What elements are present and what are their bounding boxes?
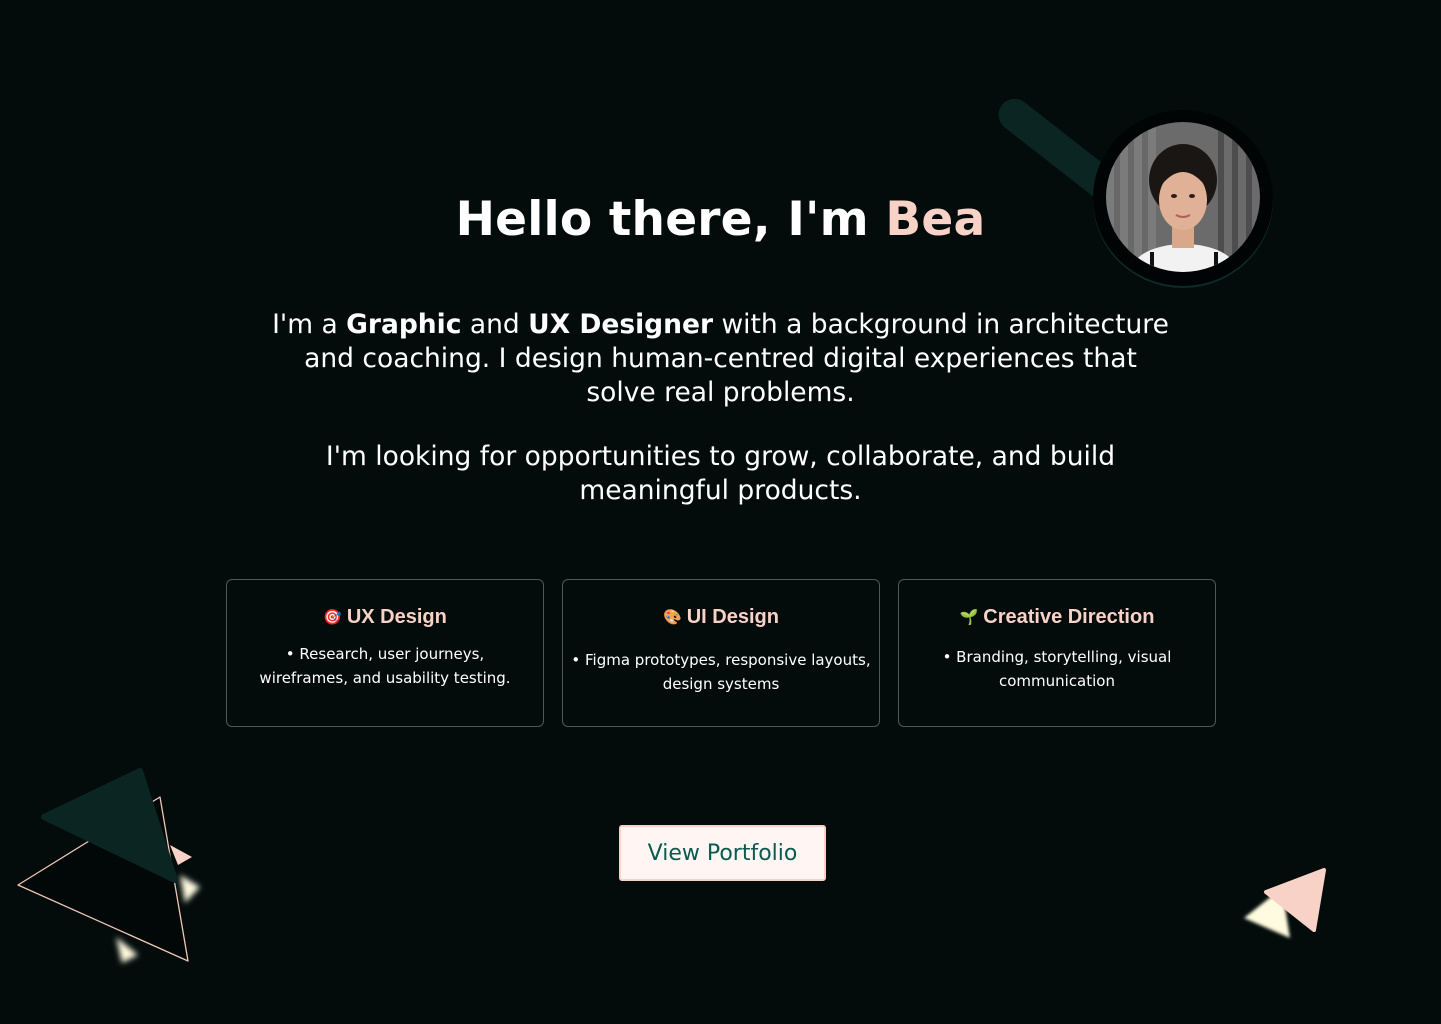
card-title: 🌱 Creative Direction bbox=[899, 606, 1215, 629]
greeting-text: Hello there, I'm bbox=[455, 192, 886, 247]
intro-text: and bbox=[461, 309, 529, 340]
skill-card-ui-design: 🎨 UI Design • Figma prototypes, responsiv… bbox=[562, 579, 880, 727]
intro-paragraph: I'm a Graphic and UX Designer with a bac… bbox=[270, 308, 1171, 410]
card-title-text: Creative Direction bbox=[983, 606, 1155, 628]
view-portfolio-button[interactable]: View Portfolio bbox=[619, 825, 826, 881]
card-title: 🎯 UX Design bbox=[227, 606, 543, 629]
skill-card-creative-direction: 🌱 Creative Direction • Branding, storytel… bbox=[898, 579, 1216, 727]
decorative-triangles-right bbox=[1244, 868, 1326, 938]
palette-icon: 🎨 bbox=[663, 609, 682, 626]
target-icon: 🎯 bbox=[323, 609, 342, 626]
role-ux-designer: UX Designer bbox=[528, 309, 714, 340]
skill-card-ux-design: 🎯 UX Design • Research, user journeys, wi… bbox=[226, 579, 544, 727]
card-title-text: UI Design bbox=[686, 606, 779, 628]
decorative-triangles-left bbox=[17, 768, 200, 963]
page-title: Hello there, I'm Bea bbox=[0, 192, 1441, 247]
card-title-text: UX Design bbox=[346, 606, 447, 628]
card-title: 🎨 UI Design bbox=[563, 606, 879, 629]
role-graphic: Graphic bbox=[346, 309, 462, 340]
opportunities-paragraph: I'm looking for opportunities to grow, c… bbox=[325, 441, 1116, 506]
card-description: • Research, user journeys, wireframes, a… bbox=[259, 645, 511, 687]
card-description: • Branding, storytelling, visual communi… bbox=[942, 648, 1172, 690]
seedling-icon: 🌱 bbox=[959, 609, 979, 626]
card-description: • Figma prototypes, responsive layouts, … bbox=[571, 651, 871, 693]
intro-text: I'm a bbox=[272, 309, 347, 340]
name-text: Bea bbox=[885, 192, 986, 247]
